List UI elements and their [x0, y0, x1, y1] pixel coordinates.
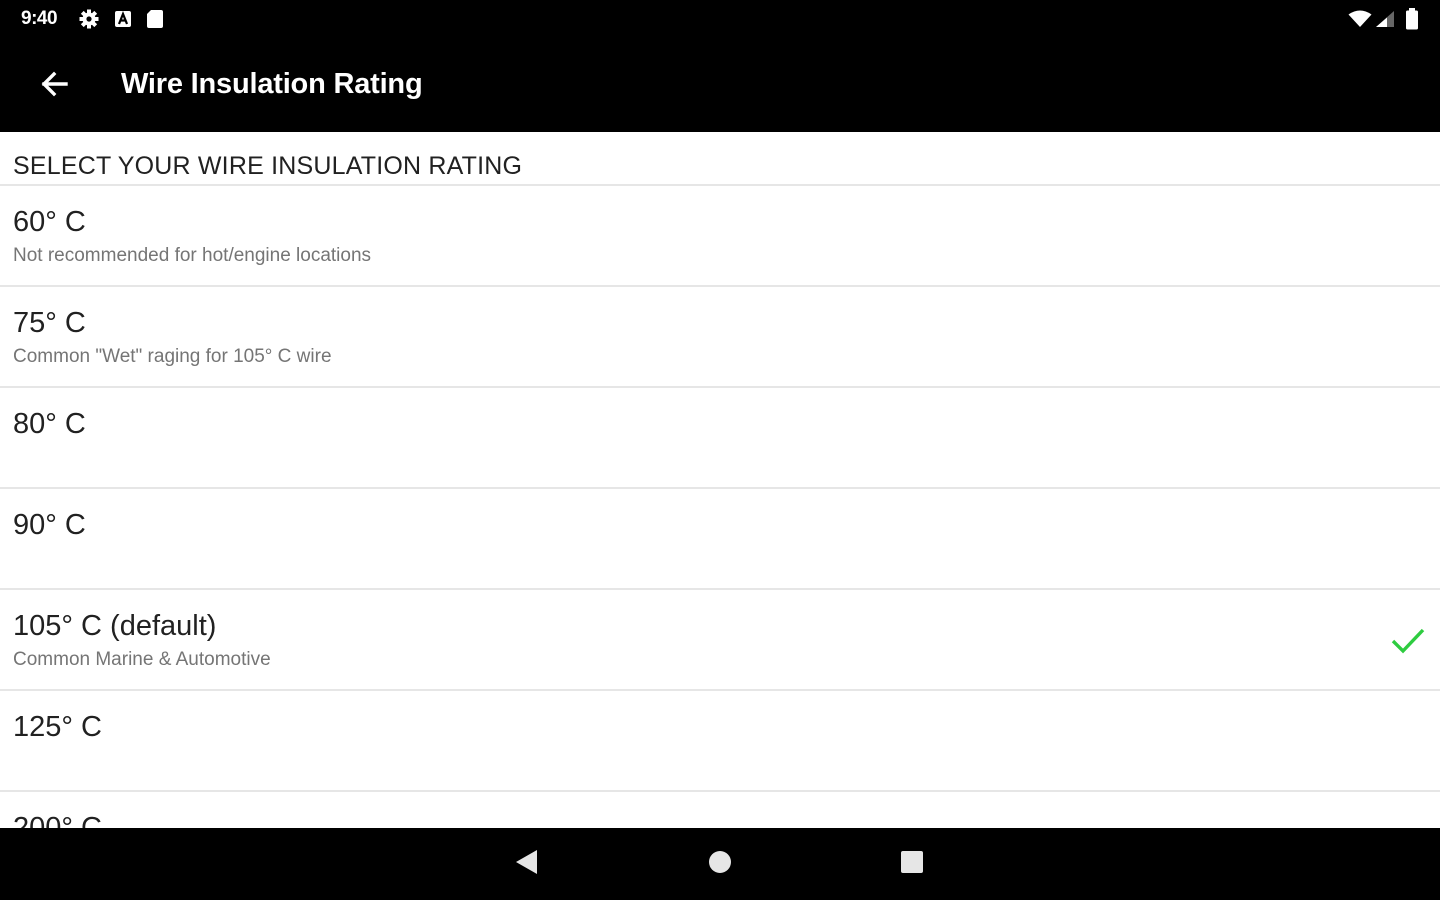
- option-title: 80° C: [13, 408, 86, 440]
- back-button[interactable]: [28, 60, 80, 112]
- signal-icon: [1375, 10, 1395, 33]
- option-subtitle: Not recommended for hot/engine locations: [13, 245, 372, 266]
- option-80c[interactable]: 80° C: [0, 388, 1440, 489]
- nav-recents-icon: [899, 849, 925, 880]
- option-125c[interactable]: 125° C: [0, 691, 1440, 792]
- nav-recents-button[interactable]: [892, 844, 932, 884]
- nav-home-button[interactable]: [700, 844, 740, 884]
- status-bar: 9:40: [0, 0, 1440, 38]
- wifi-icon: [1348, 10, 1372, 33]
- option-title: 60° C: [13, 206, 86, 238]
- option-105c[interactable]: 105° C (default) Common Marine & Automot…: [0, 590, 1440, 691]
- option-200c[interactable]: 200° C: [0, 792, 1440, 828]
- status-time: 9:40: [21, 8, 58, 29]
- screen: 9:40 Wire Insulation Rating SELECT YOUR …: [0, 0, 1440, 900]
- settings-content: SELECT YOUR WIRE INSULATION RATING 60° C…: [0, 132, 1440, 828]
- option-title: 75° C: [13, 307, 86, 339]
- nav-back-button[interactable]: [506, 844, 546, 884]
- option-90c[interactable]: 90° C: [0, 489, 1440, 590]
- a-icon: [114, 9, 132, 34]
- section-header: SELECT YOUR WIRE INSULATION RATING: [13, 152, 523, 180]
- option-subtitle: Common "Wet" raging for 105° C wire: [13, 346, 332, 367]
- nav-back-icon: [513, 848, 539, 881]
- check-icon: [1390, 622, 1426, 658]
- app-bar: Wire Insulation Rating: [0, 38, 1440, 132]
- page-title: Wire Insulation Rating: [121, 68, 423, 100]
- option-60c[interactable]: 60° C Not recommended for hot/engine loc…: [0, 186, 1440, 287]
- option-title: 125° C: [13, 711, 102, 743]
- option-title: 200° C: [13, 812, 102, 828]
- nav-home-icon: [707, 849, 733, 880]
- option-75c[interactable]: 75° C Common "Wet" raging for 105° C wir…: [0, 287, 1440, 388]
- arrow-back-icon: [40, 70, 68, 103]
- battery-icon: [1405, 8, 1419, 35]
- settings-icon: [79, 9, 99, 34]
- rating-options-list: 60° C Not recommended for hot/engine loc…: [0, 186, 1440, 828]
- option-subtitle: Common Marine & Automotive: [13, 649, 271, 670]
- option-title: 105° C (default): [13, 610, 217, 642]
- navigation-bar: [0, 828, 1440, 900]
- sd-card-icon: [146, 9, 164, 34]
- option-title: 90° C: [13, 509, 86, 541]
